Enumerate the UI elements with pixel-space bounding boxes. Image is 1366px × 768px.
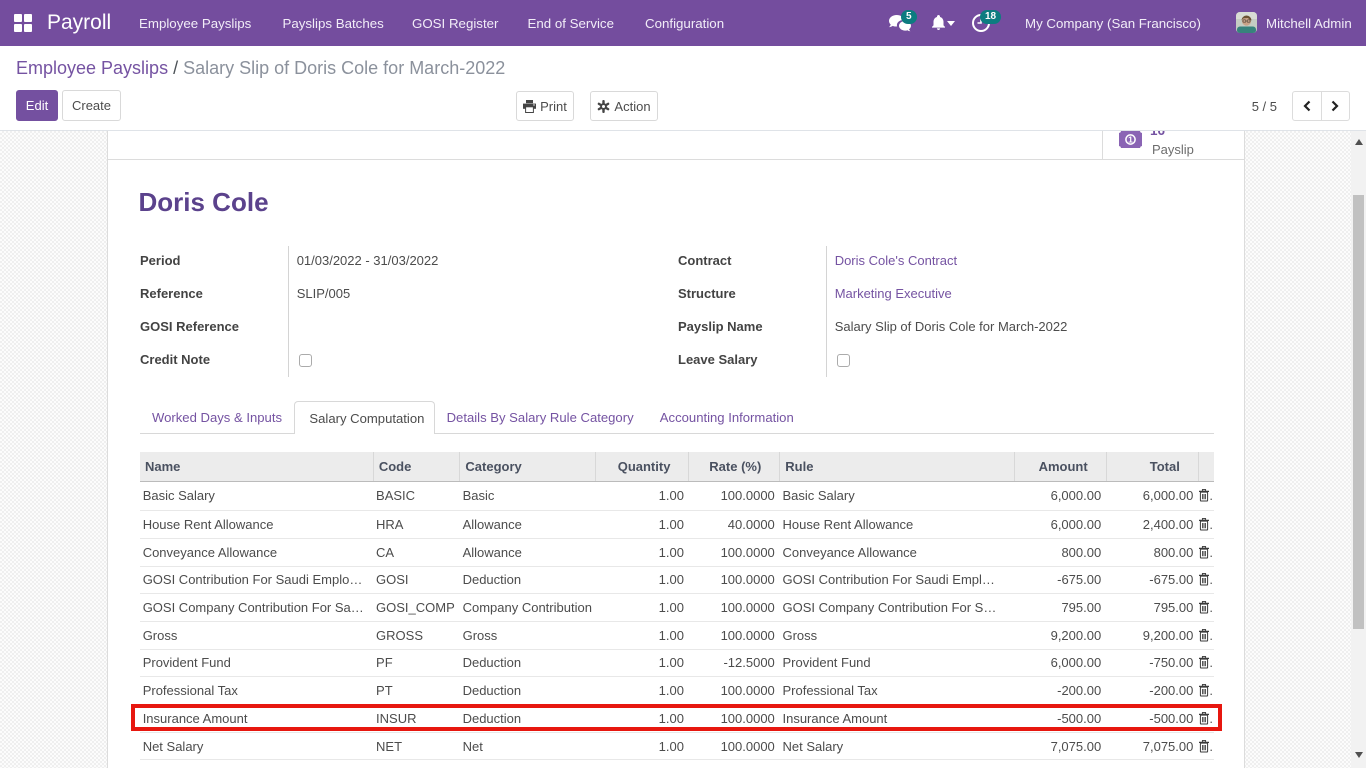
svg-text:1: 1 <box>1128 134 1133 144</box>
